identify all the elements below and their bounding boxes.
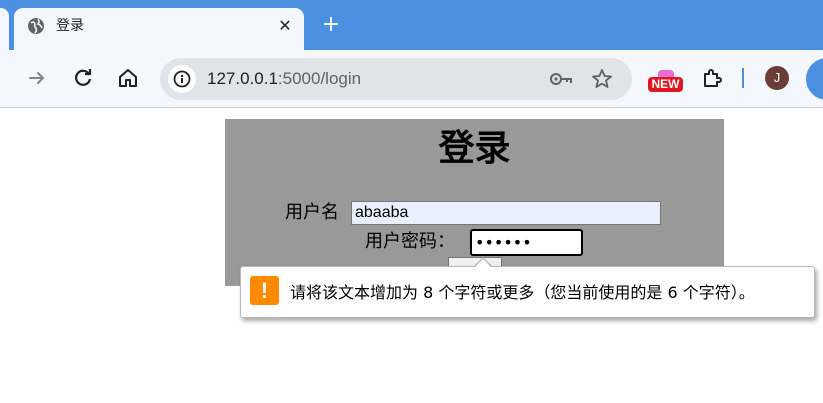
page-title: 登录	[438, 128, 511, 169]
address-bar[interactable]: 127.0.0.1:5000/login	[160, 58, 632, 100]
browser-toolbar: 127.0.0.1:5000/login NEW J	[0, 50, 823, 108]
forward-icon[interactable]	[25, 66, 49, 90]
validation-tooltip: ! 请将该文本增加为 8 个字符或更多（您当前使用的是 6 个字符）。	[240, 266, 815, 318]
extensions-puzzle-icon[interactable]	[700, 66, 724, 90]
home-icon[interactable]	[116, 66, 140, 90]
tab-login[interactable]: 登录 ✕	[14, 8, 304, 50]
password-label: 用户密码：	[365, 231, 455, 252]
key-icon[interactable]	[548, 68, 574, 90]
tab-strip: 登录 ✕ +	[0, 0, 823, 50]
info-icon	[173, 70, 191, 88]
globe-icon	[28, 18, 44, 34]
tab-close-icon[interactable]: ✕	[274, 15, 296, 37]
new-badge-label: NEW	[648, 77, 683, 92]
tab-title: 登录	[56, 18, 84, 34]
username-label: 用户名	[285, 202, 339, 223]
site-info-button[interactable]	[168, 65, 196, 93]
previous-tab-edge[interactable]	[0, 8, 9, 50]
browser-menu-button[interactable]	[806, 58, 823, 100]
reload-icon[interactable]	[71, 66, 95, 90]
new-tab-button[interactable]: +	[318, 12, 344, 38]
warning-icon: !	[250, 276, 279, 305]
profile-avatar[interactable]: J	[765, 66, 789, 90]
password-input[interactable]: ••••••	[470, 229, 583, 256]
url-host: 127.0.0.1	[207, 69, 278, 88]
extension-new-badge[interactable]: NEW	[648, 70, 683, 92]
tooltip-arrow-fill	[474, 259, 492, 268]
validation-message: 请将该文本增加为 8 个字符或更多（您当前使用的是 6 个字符）。	[290, 283, 755, 302]
username-input[interactable]: abaaba	[351, 201, 661, 225]
toolbar-divider	[742, 68, 744, 88]
bookmark-star-icon[interactable]	[590, 67, 614, 91]
url-path: :5000/login	[277, 69, 362, 88]
url-text[interactable]: 127.0.0.1:5000/login	[207, 68, 361, 90]
